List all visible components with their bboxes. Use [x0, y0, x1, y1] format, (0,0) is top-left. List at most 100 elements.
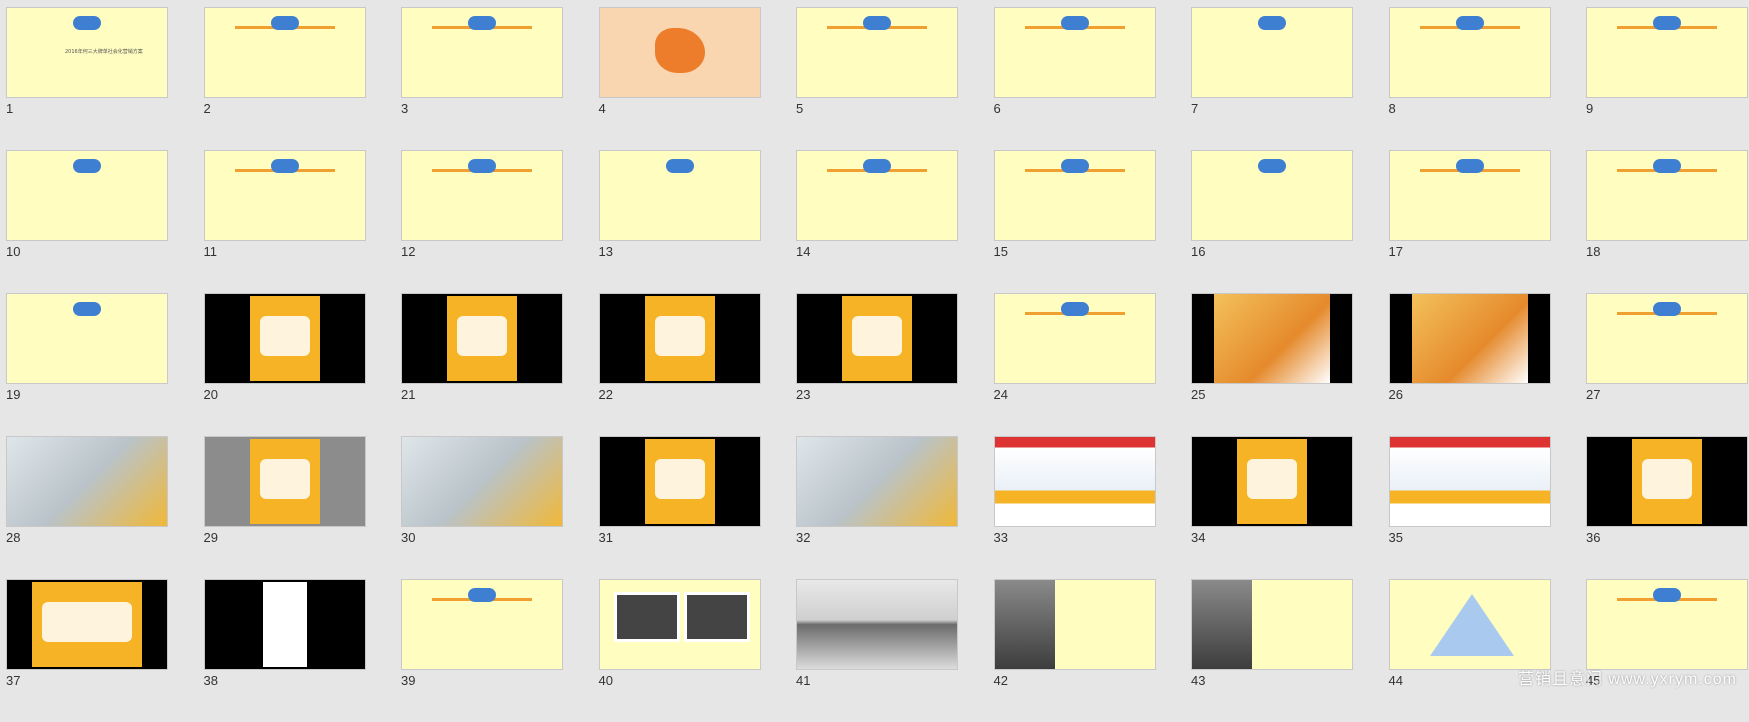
- slide-thumbnail[interactable]: [203, 579, 366, 670]
- slide-thumbnail[interactable]: [993, 436, 1156, 527]
- slide-cell: 6: [993, 7, 1156, 150]
- slide-thumbnail[interactable]: [1388, 436, 1551, 527]
- slide-number: 18: [1586, 244, 1601, 259]
- slide-number: 2: [203, 101, 211, 116]
- slide-thumbnail[interactable]: 2016年何三大牌单社会化营销方案: [6, 7, 168, 98]
- slide-thumbnail[interactable]: [598, 293, 761, 384]
- title-badge: [73, 159, 101, 173]
- title-badge: [73, 302, 101, 316]
- poster-image: [1237, 439, 1307, 524]
- slide-cell: 42: [993, 579, 1156, 722]
- slide-thumbnail[interactable]: [598, 436, 761, 527]
- slide-cell: 16: [1191, 150, 1353, 293]
- slide-number: 19: [6, 387, 21, 402]
- slide-cell: 29: [203, 436, 366, 579]
- slide-cell: 37: [6, 579, 168, 722]
- slide-number: 32: [796, 530, 811, 545]
- webpage-screenshot: [1389, 437, 1550, 526]
- slide-thumbnail[interactable]: [401, 293, 563, 384]
- poster-image: [249, 439, 320, 524]
- title-badge: [468, 159, 496, 173]
- slide-number: 17: [1388, 244, 1403, 259]
- slide-photo: [797, 580, 957, 669]
- slide-thumbnail[interactable]: [796, 150, 958, 241]
- slide-thumbnail[interactable]: [1191, 7, 1353, 98]
- slide-number: 13: [598, 244, 613, 259]
- slide-number: 36: [1586, 530, 1601, 545]
- slide-thumbnail[interactable]: [1586, 579, 1748, 670]
- slide-thumbnail[interactable]: [6, 293, 168, 384]
- slide-cell: 8: [1388, 7, 1551, 150]
- poster-image: [447, 296, 517, 381]
- slide-photo: [402, 437, 562, 526]
- slide-thumbnail[interactable]: [993, 293, 1156, 384]
- slide-thumbnail[interactable]: [6, 150, 168, 241]
- slide-number: 39: [401, 673, 416, 688]
- slide-thumbnail[interactable]: [401, 7, 563, 98]
- slide-thumbnail[interactable]: [401, 579, 563, 670]
- slide-cell: 18: [1586, 150, 1748, 293]
- device-mockup: [262, 582, 307, 667]
- slide-number: 34: [1191, 530, 1206, 545]
- slide-thumbnail[interactable]: [1388, 579, 1551, 670]
- title-badge: [468, 588, 496, 602]
- slide-cell: 19: [6, 293, 168, 436]
- slide-cell: 5: [796, 7, 958, 150]
- slide-thumbnail[interactable]: [1586, 150, 1748, 241]
- slide-cell: 22: [598, 293, 761, 436]
- title-badge: [1258, 16, 1286, 30]
- slide-thumbnail[interactable]: [1586, 436, 1748, 527]
- slide-thumbnail[interactable]: [598, 150, 761, 241]
- title-badge: [270, 16, 299, 30]
- slide-thumbnail[interactable]: [993, 150, 1156, 241]
- slide-thumbnail[interactable]: [1586, 293, 1748, 384]
- slide-thumbnail[interactable]: [1388, 150, 1551, 241]
- framed-photo: [683, 592, 750, 642]
- slide-cell: 30: [401, 436, 563, 579]
- slide-thumbnail[interactable]: [796, 579, 958, 670]
- slide-number: 1: [6, 101, 14, 116]
- title-badge: [1060, 16, 1089, 30]
- title-badge: [1455, 159, 1484, 173]
- pyramid-diagram: [1429, 594, 1514, 656]
- slide-number: 42: [993, 673, 1008, 688]
- slide-thumbnail[interactable]: [203, 7, 366, 98]
- slide-thumbnail[interactable]: [1191, 436, 1353, 527]
- slide-cell: 20: [203, 293, 366, 436]
- title-badge: [1455, 16, 1484, 30]
- slide-thumbnail[interactable]: [993, 579, 1156, 670]
- slide-thumbnail[interactable]: [1586, 7, 1748, 98]
- title-badge: [665, 159, 694, 173]
- slide-number: 12: [401, 244, 416, 259]
- slide-thumbnail[interactable]: [598, 579, 761, 670]
- slide-number: 14: [796, 244, 811, 259]
- slide-thumbnail[interactable]: [1191, 579, 1353, 670]
- slide-thumbnail[interactable]: [203, 436, 366, 527]
- slide-cell: 13: [598, 150, 761, 293]
- slide-thumbnail[interactable]: [796, 7, 958, 98]
- slide-thumbnail[interactable]: [993, 7, 1156, 98]
- slide-photo: [7, 437, 167, 526]
- device-mockup: [32, 582, 142, 667]
- slide-thumbnail[interactable]: [401, 150, 563, 241]
- slide-number: 8: [1388, 101, 1396, 116]
- slide-thumbnail[interactable]: [796, 436, 958, 527]
- slide-thumbnail[interactable]: [1388, 7, 1551, 98]
- slide-cell: 28: [6, 436, 168, 579]
- slide-thumbnail[interactable]: [203, 293, 366, 384]
- slide-thumbnail[interactable]: [1191, 293, 1353, 384]
- poster-image: [644, 439, 715, 524]
- slide-thumbnail[interactable]: [203, 150, 366, 241]
- slide-thumbnail[interactable]: [6, 436, 168, 527]
- slide-thumbnail[interactable]: [598, 7, 761, 98]
- poster-image: [842, 296, 912, 381]
- slide-thumbnail[interactable]: [6, 579, 168, 670]
- slide-number: 15: [993, 244, 1008, 259]
- slide-cell: 34: [1191, 436, 1353, 579]
- slide-cell: 44: [1388, 579, 1551, 722]
- slide-thumbnail[interactable]: [796, 293, 958, 384]
- slide-thumbnail[interactable]: [401, 436, 563, 527]
- slide-thumbnail[interactable]: [1191, 150, 1353, 241]
- slide-cell: 31: [598, 436, 761, 579]
- slide-thumbnail[interactable]: [1388, 293, 1551, 384]
